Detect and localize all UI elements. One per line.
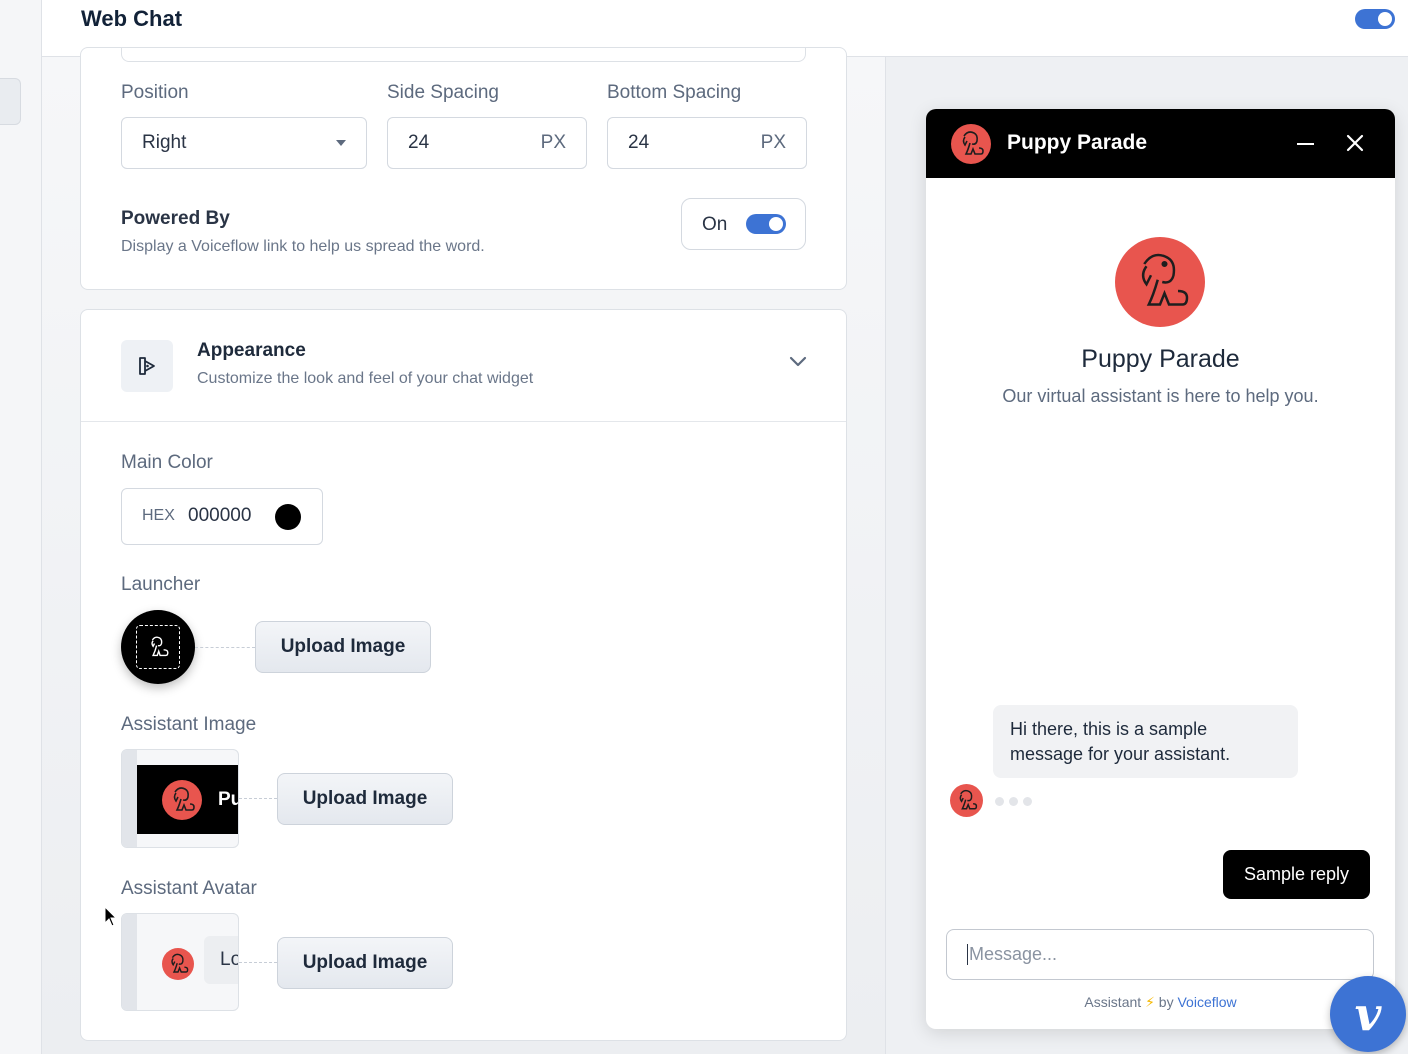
mouse-cursor-icon [104, 906, 118, 927]
toggle-knob [769, 217, 783, 231]
puppy-avatar-icon [1115, 237, 1205, 327]
voiceflow-link[interactable]: Voiceflow [1177, 994, 1236, 1010]
connector-line [239, 962, 277, 963]
powered-by-title: Powered By [121, 208, 230, 229]
message-placeholder: Message... [967, 944, 1058, 965]
launcher-preview [121, 610, 195, 684]
chat-subtitle: Our virtual assistant is here to help yo… [1002, 386, 1319, 406]
connector-line [239, 798, 277, 799]
thumb-name-text: Pu [218, 789, 238, 810]
typing-indicator [995, 797, 1032, 806]
thumb-bubble: Lo [204, 936, 238, 984]
puppy-avatar-icon [162, 948, 194, 980]
assistant-image-thumbnail: Pu [121, 749, 239, 848]
page-title: Web Chat [81, 6, 183, 31]
position-label: Position [121, 82, 189, 103]
side-spacing-value: 24 [408, 132, 430, 153]
left-rail-tab[interactable] [0, 78, 21, 125]
voiceflow-launcher-button[interactable]: v [1330, 976, 1406, 1052]
puppy-avatar-icon [162, 780, 202, 820]
puppy-avatar-icon [950, 784, 983, 817]
chat-title: Puppy Parade [1081, 345, 1240, 373]
caret-down-icon [336, 140, 346, 146]
bottom-spacing-unit: PX [760, 132, 786, 153]
side-spacing-input[interactable]: 24 PX [387, 117, 587, 169]
thumb-strip [122, 914, 137, 1010]
appearance-icon [121, 340, 173, 392]
powered-by-toggle-box[interactable]: On [681, 198, 806, 250]
thumb-header: Pu [137, 765, 238, 834]
assistant-message: Hi there, this is a sample message for y… [993, 705, 1298, 778]
left-rail [0, 0, 42, 1054]
side-spacing-label: Side Spacing [387, 82, 499, 103]
appearance-header[interactable]: Appearance Customize the look and feel o… [81, 310, 846, 422]
chat-widget-preview: Puppy Parade Puppy Parade Our virtual as… [926, 109, 1395, 1029]
chat-header-name: Puppy Parade [1007, 131, 1148, 154]
field-edge [121, 48, 806, 62]
appearance-subtitle: Customize the look and feel of your chat… [197, 370, 534, 387]
connector-line [195, 647, 255, 648]
bottom-spacing-input[interactable]: 24 PX [607, 117, 807, 169]
powered-by-state: On [702, 214, 728, 235]
appearance-card: Appearance Customize the look and feel o… [80, 309, 847, 1041]
hex-value: 000000 [188, 505, 252, 526]
thumb-strip [122, 750, 137, 847]
toggle-knob [1378, 12, 1392, 26]
appearance-title: Appearance [197, 340, 306, 361]
side-spacing-unit: PX [540, 132, 566, 153]
web-chat-toggle[interactable] [1355, 9, 1395, 29]
position-select[interactable]: Right [121, 117, 367, 169]
thumb-avatar-text: Lo [220, 949, 238, 970]
assistant-avatar-thumbnail: Lo [121, 913, 239, 1011]
assistant-avatar-label: Assistant Avatar [121, 878, 257, 899]
footer-by: by [1158, 994, 1174, 1010]
launcher-upload-button[interactable]: Upload Image [255, 621, 431, 673]
chat-header: Puppy Parade [926, 109, 1395, 178]
color-swatch[interactable] [275, 504, 301, 530]
assistant-avatar-upload-button[interactable]: Upload Image [277, 937, 453, 989]
user-reply: Sample reply [1223, 850, 1370, 899]
assistant-image-label: Assistant Image [121, 714, 257, 735]
lightning-icon: ⚡ [1145, 994, 1155, 1010]
typing-dot [995, 797, 1004, 806]
settings-column: Position Right Side Spacing 24 PX Bottom… [42, 47, 886, 1054]
bottom-spacing-value: 24 [628, 132, 650, 153]
powered-by-toggle[interactable] [746, 214, 786, 234]
assistant-image-upload-button[interactable]: Upload Image [277, 773, 453, 825]
typing-dot [1023, 797, 1032, 806]
chat-footer: Assistant ⚡ by Voiceflow [926, 994, 1395, 1011]
puppy-avatar-icon [951, 124, 991, 164]
close-icon[interactable] [1345, 133, 1365, 153]
message-input[interactable]: Message... [946, 929, 1374, 980]
footer-prefix: Assistant [1084, 994, 1142, 1010]
puppy-avatar-icon [136, 625, 180, 669]
minimize-icon[interactable] [1297, 143, 1314, 145]
typing-dot [1009, 797, 1018, 806]
main-color-label: Main Color [121, 452, 213, 473]
hex-label: HEX [142, 507, 175, 524]
position-value: Right [142, 132, 187, 153]
chevron-down-icon[interactable] [789, 356, 807, 368]
bottom-spacing-label: Bottom Spacing [607, 82, 742, 103]
launcher-label: Launcher [121, 574, 201, 595]
placement-card: Position Right Side Spacing 24 PX Bottom… [80, 47, 847, 290]
main-color-input[interactable]: HEX 000000 [121, 488, 323, 545]
powered-by-description: Display a Voiceflow link to help us spre… [121, 238, 485, 255]
